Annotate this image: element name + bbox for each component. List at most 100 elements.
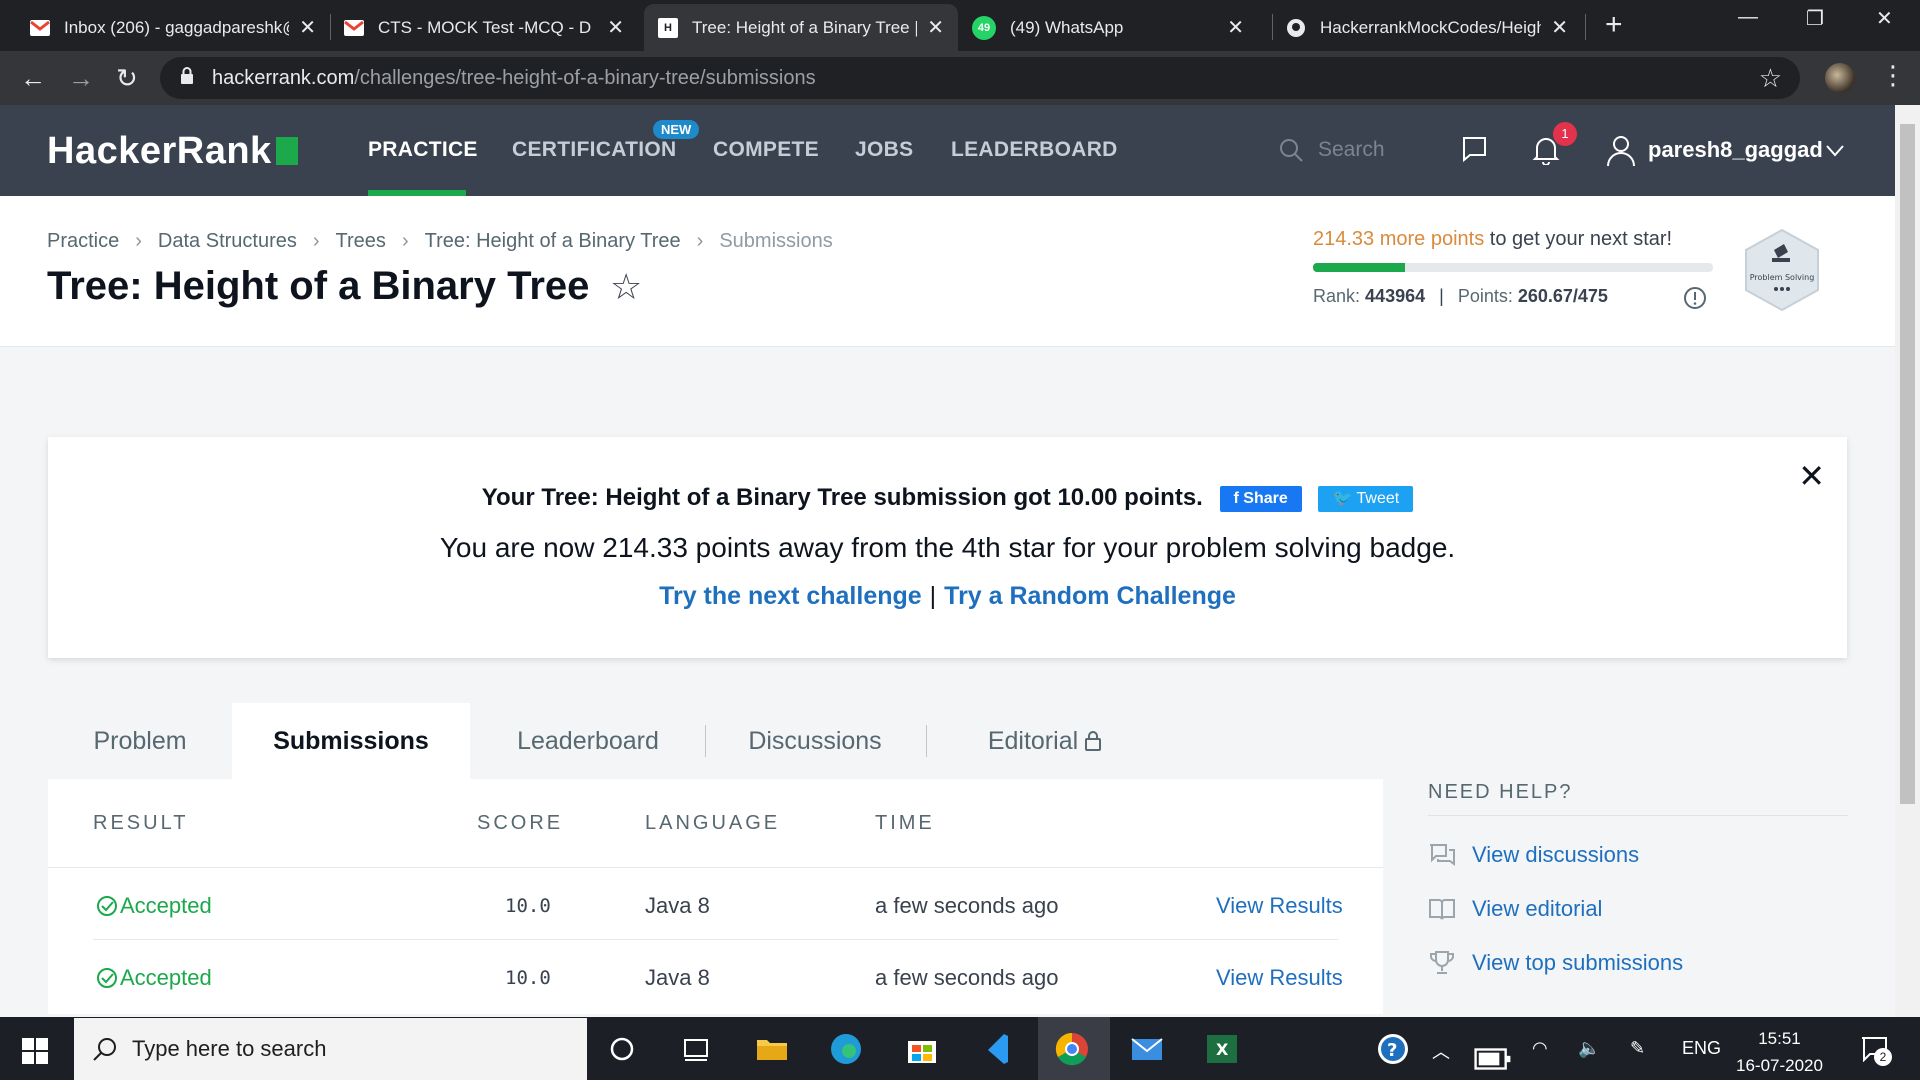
menu-dots-icon[interactable]: ⋮ bbox=[1880, 60, 1906, 91]
need-help-heading: NEED HELP? bbox=[1428, 781, 1573, 803]
bookmark-star-icon[interactable]: ☆ bbox=[610, 266, 642, 308]
windows-start-icon[interactable] bbox=[22, 1038, 48, 1064]
profile-avatar[interactable] bbox=[1825, 63, 1855, 93]
next-star-text: 214.33 more points to get your next star… bbox=[1313, 228, 1673, 250]
search-placeholder: Search bbox=[1318, 138, 1385, 161]
column-header-score: SCORE bbox=[477, 812, 564, 834]
wifi-icon[interactable]: ◠ bbox=[1532, 1038, 1548, 1059]
close-icon[interactable]: ✕ bbox=[607, 15, 624, 40]
nav-certification[interactable]: CERTIFICATION bbox=[512, 138, 677, 162]
trophy-icon bbox=[1430, 951, 1454, 974]
chevron-right-icon: › bbox=[312, 230, 320, 252]
user-icon[interactable] bbox=[1606, 135, 1636, 167]
svg-text:?: ? bbox=[1387, 1040, 1397, 1061]
nav-jobs[interactable]: JOBS bbox=[855, 138, 913, 162]
new-badge: NEW bbox=[653, 120, 700, 139]
breadcrumb-trees[interactable]: Trees bbox=[336, 230, 386, 253]
volume-icon[interactable]: 🔈 bbox=[1578, 1038, 1600, 1059]
view-results-link[interactable]: View Results bbox=[1216, 965, 1343, 991]
chevron-up-icon[interactable]: ︿ bbox=[1432, 1038, 1450, 1064]
browser-tab-gmail-inbox[interactable]: Inbox (206) - gaggadpareshk@gmail.com ✕ bbox=[16, 4, 330, 51]
new-tab-plus-icon[interactable]: + bbox=[1605, 8, 1623, 42]
task-view-icon[interactable] bbox=[677, 1030, 715, 1068]
window-close-icon[interactable]: ✕ bbox=[1876, 6, 1893, 31]
chrome-icon[interactable] bbox=[1053, 1030, 1091, 1068]
tab-problem[interactable]: Problem bbox=[48, 703, 232, 779]
taskbar-search-field[interactable]: Type here to search bbox=[74, 1018, 587, 1080]
breadcrumb: Practice › Data Structures › Trees › Tre… bbox=[47, 230, 833, 253]
github-icon bbox=[1286, 18, 1306, 38]
username[interactable]: paresh8_gaggad bbox=[1648, 137, 1823, 163]
close-icon[interactable]: ✕ bbox=[1227, 15, 1244, 40]
bookmark-star-icon[interactable]: ☆ bbox=[1759, 63, 1782, 94]
tab-discussions[interactable]: Discussions bbox=[730, 703, 900, 779]
pen-icon[interactable]: ✎ bbox=[1630, 1038, 1645, 1059]
scrollbar-thumb[interactable] bbox=[1900, 124, 1915, 804]
chevron-right-icon: › bbox=[696, 230, 704, 252]
view-results-link[interactable]: View Results bbox=[1216, 893, 1343, 919]
time-value: a few seconds ago bbox=[875, 965, 1059, 990]
notification-count: 1 bbox=[1553, 122, 1577, 146]
back-arrow-icon[interactable]: ← bbox=[20, 63, 46, 94]
url-field[interactable]: hackerrank.com/challenges/tree-height-of… bbox=[160, 57, 1800, 99]
breadcrumb-practice[interactable]: Practice bbox=[47, 230, 119, 253]
file-explorer-icon[interactable] bbox=[753, 1030, 791, 1068]
clock[interactable]: 15:51 16-07-2020 bbox=[1736, 1025, 1823, 1079]
language-indicator[interactable]: ENG bbox=[1682, 1038, 1721, 1059]
help-icon[interactable]: ? bbox=[1374, 1030, 1412, 1068]
close-icon[interactable]: ✕ bbox=[299, 15, 316, 40]
vscode-icon[interactable] bbox=[978, 1030, 1016, 1068]
help-divider bbox=[1428, 815, 1848, 816]
tab-submissions[interactable]: Submissions bbox=[232, 703, 470, 779]
hackerrank-logo[interactable]: HackerRank bbox=[47, 130, 298, 173]
next-challenge-link[interactable]: Try the next challenge bbox=[659, 582, 922, 610]
view-editorial-link[interactable]: View editorial bbox=[1428, 896, 1602, 922]
action-center-icon[interactable]: 2 bbox=[1860, 1036, 1892, 1067]
header-search[interactable]: Search bbox=[1278, 137, 1385, 163]
row-divider bbox=[93, 939, 1338, 940]
view-discussions-link[interactable]: View discussions bbox=[1428, 842, 1639, 868]
browser-tab-hackerrank[interactable]: H Tree: Height of a Binary Tree | Hacker… bbox=[644, 4, 958, 51]
breadcrumb-challenge[interactable]: Tree: Height of a Binary Tree bbox=[425, 230, 681, 253]
mail-icon[interactable] bbox=[1128, 1030, 1166, 1068]
minimize-icon[interactable]: — bbox=[1738, 6, 1758, 29]
language-value: Java 8 bbox=[645, 965, 710, 990]
close-icon[interactable]: ✕ bbox=[927, 15, 944, 40]
edge-icon[interactable] bbox=[827, 1030, 865, 1068]
reload-icon[interactable]: ↻ bbox=[116, 63, 138, 94]
browser-tab-cts-mock[interactable]: CTS - MOCK Test -MCQ - D ✕ bbox=[330, 4, 638, 51]
column-header-time: TIME bbox=[875, 812, 935, 834]
facebook-share-button[interactable]: f Share bbox=[1219, 485, 1302, 512]
score-value: 10.0 bbox=[505, 967, 551, 989]
nav-leaderboard[interactable]: LEADERBOARD bbox=[951, 138, 1118, 162]
close-icon[interactable]: ✕ bbox=[1551, 15, 1568, 40]
tab-leaderboard[interactable]: Leaderboard bbox=[500, 703, 676, 779]
tab-separator bbox=[1585, 14, 1586, 40]
search-icon bbox=[1280, 139, 1303, 162]
browser-tab-whatsapp[interactable]: 49 (49) WhatsApp ✕ bbox=[958, 4, 1258, 51]
svg-text:X: X bbox=[1216, 1040, 1229, 1059]
nav-compete[interactable]: COMPETE bbox=[713, 138, 819, 162]
random-challenge-link[interactable]: Try a Random Challenge bbox=[944, 582, 1236, 610]
browser-tab-github[interactable]: HackerrankMockCodes/Height ✕ bbox=[1272, 4, 1582, 51]
banner-links: Try the next challenge | Try a Random Chal… bbox=[659, 582, 1236, 610]
tweet-button[interactable]: 🐦 Tweet bbox=[1318, 485, 1414, 512]
info-icon[interactable] bbox=[1683, 286, 1707, 310]
excel-icon[interactable]: X bbox=[1203, 1030, 1241, 1068]
nav-practice[interactable]: PRACTICE bbox=[368, 138, 478, 162]
battery-icon[interactable] bbox=[1474, 1040, 1512, 1078]
cortana-icon[interactable] bbox=[603, 1030, 641, 1068]
column-header-result: RESULT bbox=[93, 812, 189, 834]
tab-label: Tree: Height of a Binary Tree | HackerRa… bbox=[692, 17, 918, 37]
breadcrumb-data-structures[interactable]: Data Structures bbox=[158, 230, 297, 253]
forward-arrow-icon[interactable]: → bbox=[68, 63, 94, 94]
messages-icon[interactable] bbox=[1460, 135, 1488, 163]
chevron-down-icon[interactable] bbox=[1826, 145, 1844, 157]
view-top-submissions-link[interactable]: View top submissions bbox=[1428, 950, 1683, 976]
tab-editorial[interactable]: Editorial bbox=[950, 703, 1140, 779]
restore-icon[interactable]: ❐ bbox=[1806, 6, 1824, 31]
page-title: Tree: Height of a Binary Tree bbox=[47, 264, 590, 308]
problem-solving-badge[interactable]: Problem Solving bbox=[1742, 228, 1822, 317]
svg-text:Problem Solving: Problem Solving bbox=[1750, 273, 1815, 282]
store-icon[interactable] bbox=[903, 1030, 941, 1068]
